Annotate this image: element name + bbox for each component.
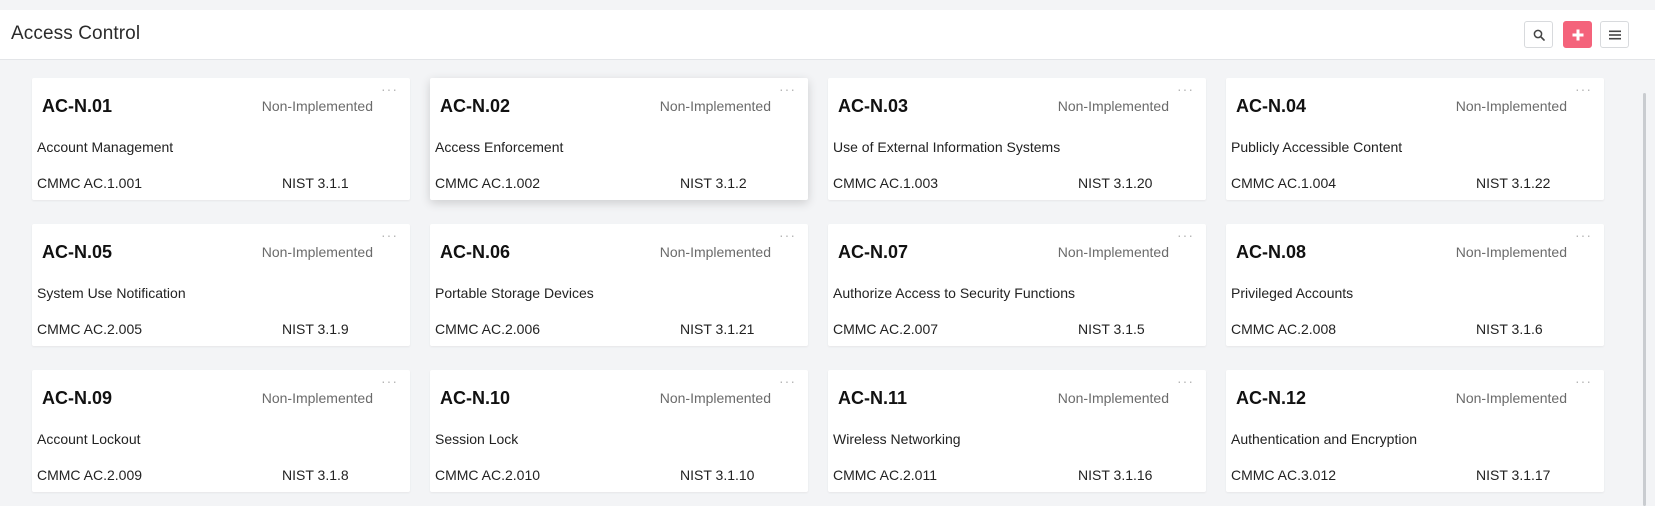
nist-reference: NIST 3.1.21 [680,321,755,337]
add-button[interactable] [1563,21,1592,48]
card-id: AC-N.02 [440,96,511,116]
card-name: Authorize Access to Security Functions [833,285,1075,301]
control-card[interactable]: AC-N.02 Non-Implemented ··· Access Enfor… [430,78,808,200]
cmmc-reference: CMMC AC.2.010 [435,467,541,483]
search-button[interactable] [1524,21,1553,48]
status-label: Non-Implemented [659,98,771,114]
control-card[interactable]: AC-N.03 Non-Implemented ··· Use of Exter… [828,78,1206,200]
more-dots-icon[interactable]: ··· [779,228,796,242]
control-card[interactable]: AC-N.08 Non-Implemented ··· Privileged A… [1226,224,1604,346]
more-dots-icon[interactable]: ··· [1177,82,1194,96]
more-dots-icon[interactable]: ··· [1177,374,1194,388]
card-id: AC-N.12 [1236,388,1307,408]
control-card[interactable]: AC-N.06 Non-Implemented ··· Portable Sto… [430,224,808,346]
nist-reference: NIST 3.1.2 [680,175,747,191]
card-id: AC-N.05 [42,242,113,262]
nist-reference: NIST 3.1.16 [1078,467,1153,483]
plus-icon [1572,29,1583,40]
nist-reference: NIST 3.1.1 [282,175,349,191]
cmmc-reference: CMMC AC.1.003 [833,175,939,191]
more-dots-icon[interactable]: ··· [1575,374,1592,388]
cmmc-reference: CMMC AC.2.009 [37,467,143,483]
card-name: Publicly Accessible Content [1231,139,1403,155]
cmmc-reference: CMMC AC.1.004 [1231,175,1337,191]
cmmc-reference: CMMC AC.2.011 [833,467,937,483]
page-title: Access Control [11,23,141,44]
card-id: AC-N.04 [1236,96,1307,116]
card-grid: AC-N.01 Non-Implemented ··· Account Mana… [32,78,1604,492]
status-label: Non-Implemented [261,390,373,406]
more-dots-icon[interactable]: ··· [1177,228,1194,242]
nist-reference: NIST 3.1.10 [680,467,755,483]
top-strip [0,0,1655,10]
status-label: Non-Implemented [261,98,373,114]
hamburger-menu-icon [1608,30,1621,39]
status-label: Non-Implemented [1455,98,1567,114]
control-card[interactable]: AC-N.09 Non-Implemented ··· Account Lock… [32,370,410,492]
card-name: Account Management [37,139,174,155]
page-header: Access Control [0,10,1655,60]
control-card[interactable]: AC-N.10 Non-Implemented ··· Session Lock… [430,370,808,492]
scrollbar-thumb[interactable] [1643,93,1646,506]
card-name: Wireless Networking [833,431,961,447]
nist-reference: NIST 3.1.5 [1078,321,1145,337]
control-card[interactable]: AC-N.05 Non-Implemented ··· System Use N… [32,224,410,346]
control-card[interactable]: AC-N.04 Non-Implemented ··· Publicly Acc… [1226,78,1604,200]
more-dots-icon[interactable]: ··· [779,82,796,96]
control-card[interactable]: AC-N.12 Non-Implemented ··· Authenticati… [1226,370,1604,492]
control-card[interactable]: AC-N.11 Non-Implemented ··· Wireless Net… [828,370,1206,492]
card-id: AC-N.06 [440,242,511,262]
status-label: Non-Implemented [1057,98,1169,114]
menu-button[interactable] [1600,21,1629,48]
card-name: System Use Notification [37,285,186,301]
card-name: Use of External Information Systems [833,139,1061,155]
card-name: Portable Storage Devices [435,285,594,301]
card-id: AC-N.03 [838,96,909,116]
cmmc-reference: CMMC AC.1.001 [37,175,143,191]
status-label: Non-Implemented [1057,390,1169,406]
card-name: Account Lockout [37,431,141,447]
more-dots-icon[interactable]: ··· [1575,82,1592,96]
cmmc-reference: CMMC AC.3.012 [1231,467,1337,483]
card-id: AC-N.08 [1236,242,1307,262]
control-card[interactable]: AC-N.07 Non-Implemented ··· Authorize Ac… [828,224,1206,346]
cmmc-reference: CMMC AC.2.007 [833,321,939,337]
more-dots-icon[interactable]: ··· [381,82,398,96]
nist-reference: NIST 3.1.9 [282,321,349,337]
status-label: Non-Implemented [1455,244,1567,260]
card-id: AC-N.10 [440,388,511,408]
card-id: AC-N.01 [42,96,113,116]
status-label: Non-Implemented [1455,390,1567,406]
card-name: Authentication and Encryption [1231,431,1418,447]
status-label: Non-Implemented [659,244,771,260]
card-id: AC-N.09 [42,388,113,408]
card-id: AC-N.11 [838,388,908,408]
nist-reference: NIST 3.1.20 [1078,175,1153,191]
status-label: Non-Implemented [1057,244,1169,260]
cmmc-reference: CMMC AC.2.005 [37,321,143,337]
card-id: AC-N.07 [838,242,909,262]
card-name: Access Enforcement [435,139,564,155]
status-label: Non-Implemented [659,390,771,406]
nist-reference: NIST 3.1.6 [1476,321,1543,337]
nist-reference: NIST 3.1.22 [1476,175,1551,191]
card-name: Session Lock [435,431,519,447]
control-card[interactable]: AC-N.01 Non-Implemented ··· Account Mana… [32,78,410,200]
more-dots-icon[interactable]: ··· [381,228,398,242]
cmmc-reference: CMMC AC.2.006 [435,321,541,337]
status-label: Non-Implemented [261,244,373,260]
cmmc-reference: CMMC AC.1.002 [435,175,541,191]
more-dots-icon[interactable]: ··· [779,374,796,388]
nist-reference: NIST 3.1.17 [1476,467,1551,483]
nist-reference: NIST 3.1.8 [282,467,349,483]
search-icon [1533,29,1545,41]
more-dots-icon[interactable]: ··· [1575,228,1592,242]
more-dots-icon[interactable]: ··· [381,374,398,388]
cmmc-reference: CMMC AC.2.008 [1231,321,1337,337]
card-name: Privileged Accounts [1231,285,1354,301]
